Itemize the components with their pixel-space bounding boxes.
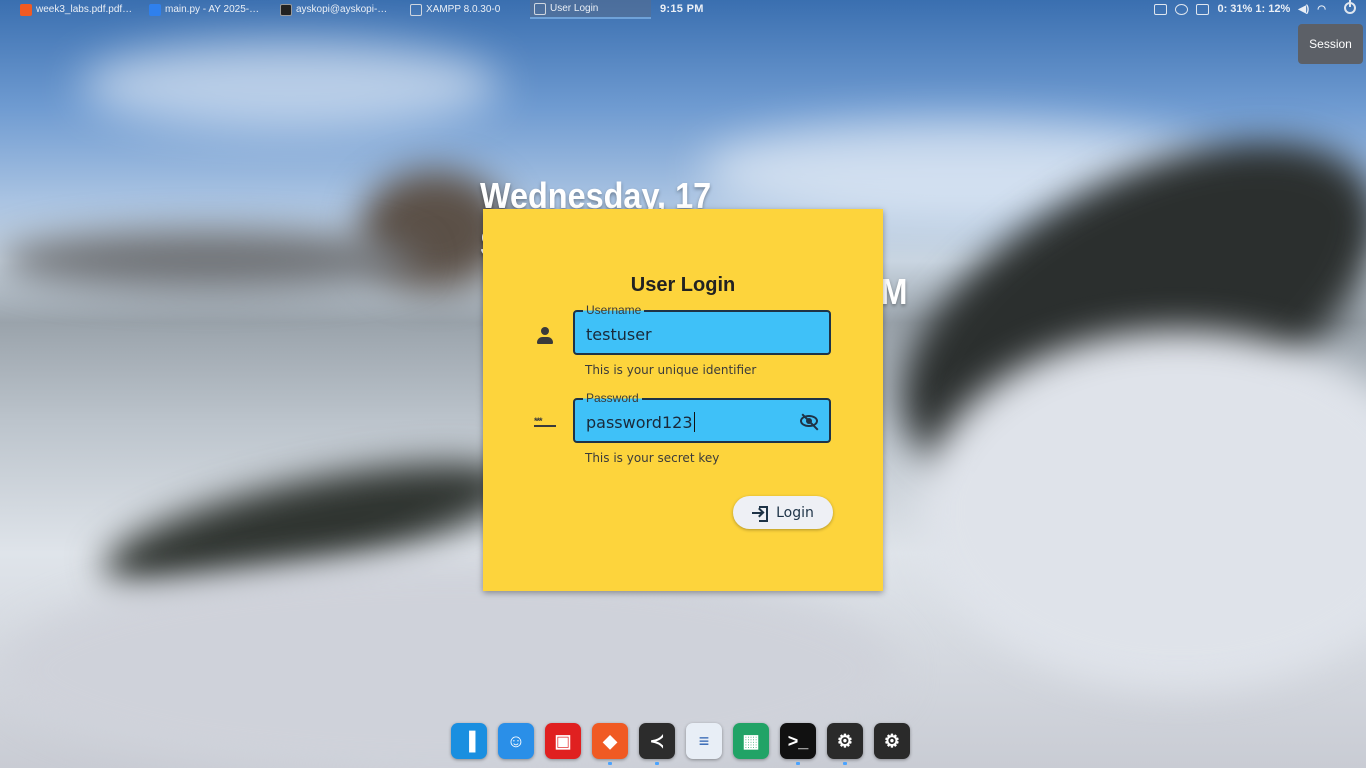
- spreadsheet-icon[interactable]: ▦: [733, 723, 769, 759]
- taskbar-item-label: XAMPP 8.0.30-0: [426, 4, 501, 15]
- login-button[interactable]: Login: [733, 496, 833, 529]
- settings-icon[interactable]: ⚙: [827, 723, 863, 765]
- taskbar-item-vscode[interactable]: main.py - AY 2025-…: [145, 0, 269, 19]
- password-field[interactable]: Password password123: [573, 391, 831, 443]
- volume-icon[interactable]: ◀): [1298, 4, 1309, 15]
- terminal-icon[interactable]: >_: [780, 723, 816, 765]
- password-icon: ***: [534, 414, 556, 430]
- brave-icon[interactable]: ◆: [592, 723, 628, 765]
- visibility-off-icon[interactable]: [799, 413, 821, 431]
- settings-alt-icon[interactable]: ⚙: [874, 723, 910, 759]
- system-tray: 0: 31% 1: 12% ◀) ◠: [1154, 3, 1326, 15]
- battery-status: 0: 31% 1: 12%: [1217, 3, 1291, 15]
- window-icon: [534, 2, 546, 15]
- login-button-label: Login: [776, 504, 814, 521]
- login-icon: [752, 505, 769, 522]
- running-indicator: [843, 762, 847, 765]
- login-dialog: User Login Username testuser This is you…: [483, 209, 883, 591]
- taskbar-item-user-login[interactable]: User Login: [530, 0, 651, 19]
- wifi-icon[interactable]: ◠: [1317, 4, 1326, 15]
- username-label: Username: [583, 303, 645, 317]
- password-input-wrap[interactable]: password123: [586, 411, 695, 434]
- taskbar-item-xampp[interactable]: XAMPP 8.0.30-0: [406, 0, 530, 19]
- power-icon[interactable]: [1344, 0, 1356, 14]
- flashcards-icon[interactable]: ▣: [545, 723, 581, 759]
- finder-icon[interactable]: ☺: [498, 723, 534, 759]
- username-field[interactable]: Username testuser: [573, 303, 831, 355]
- taskbar-item-label: week3_labs.pdf.pdf…: [36, 4, 133, 15]
- running-indicator: [608, 762, 612, 765]
- taskbar-item-label: ayskopi@ayskopi-…: [296, 4, 388, 15]
- person-icon: [536, 327, 554, 345]
- taskbar-item-label: main.py - AY 2025-…: [165, 4, 260, 15]
- top-taskbar: week3_labs.pdf.pdf… main.py - AY 2025-… …: [0, 0, 1366, 20]
- running-indicator: [655, 762, 659, 765]
- vscode-icon: [149, 3, 161, 16]
- password-label: Password: [583, 391, 642, 405]
- terminal-icon: [280, 3, 292, 16]
- taskbar-item-terminal[interactable]: ayskopi@ayskopi-…: [276, 0, 400, 19]
- window-icon: [410, 3, 422, 16]
- camera-icon[interactable]: [1154, 3, 1168, 15]
- document-icon[interactable]: ≡: [686, 723, 722, 759]
- dialog-title: User Login: [630, 274, 736, 296]
- password-helper-text: This is your secret key: [585, 451, 720, 465]
- password-input[interactable]: password123: [586, 413, 693, 432]
- taskbar-item-pdf[interactable]: week3_labs.pdf.pdf…: [16, 0, 140, 19]
- username-input[interactable]: testuser: [586, 325, 652, 344]
- running-indicator: [796, 762, 800, 765]
- session-button[interactable]: Session: [1298, 24, 1363, 64]
- dock: ▐ ☺ ▣ ◆ ≺ ≡ ▦ >_ ⚙ ⚙: [451, 723, 910, 765]
- clock[interactable]: 9:15 PM: [660, 3, 704, 15]
- battery-icon[interactable]: [1196, 3, 1210, 15]
- network-settings-icon[interactable]: [1175, 3, 1189, 15]
- taskbar-item-label: User Login: [550, 3, 599, 14]
- brave-icon: [20, 3, 32, 16]
- text-caret: [693, 411, 695, 432]
- lxqt-app-icon[interactable]: ▐: [451, 723, 487, 759]
- username-helper-text: This is your unique identifier: [585, 363, 757, 377]
- vscode-icon[interactable]: ≺: [639, 723, 675, 765]
